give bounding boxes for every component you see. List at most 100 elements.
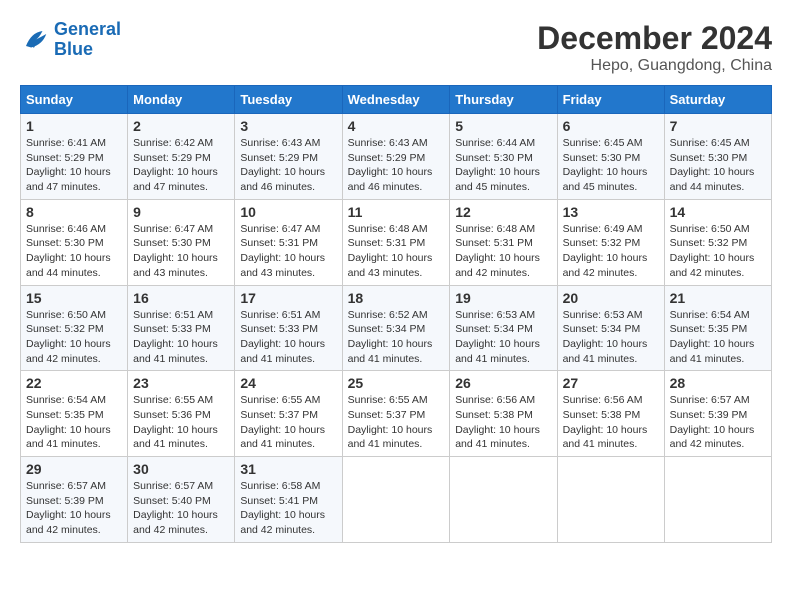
- calendar-cell: 23 Sunrise: 6:55 AMSunset: 5:36 PMDaylig…: [128, 371, 235, 457]
- calendar-cell: 7 Sunrise: 6:45 AMSunset: 5:30 PMDayligh…: [664, 114, 771, 200]
- day-info: Sunrise: 6:45 AMSunset: 5:30 PMDaylight:…: [670, 136, 766, 195]
- week-row-5: 29 Sunrise: 6:57 AMSunset: 5:39 PMDaylig…: [21, 457, 772, 543]
- day-info: Sunrise: 6:53 AMSunset: 5:34 PMDaylight:…: [455, 308, 551, 367]
- day-number: 25: [348, 375, 445, 391]
- calendar-cell: 19 Sunrise: 6:53 AMSunset: 5:34 PMDaylig…: [450, 285, 557, 371]
- day-number: 14: [670, 204, 766, 220]
- day-info: Sunrise: 6:52 AMSunset: 5:34 PMDaylight:…: [348, 308, 445, 367]
- day-info: Sunrise: 6:58 AMSunset: 5:41 PMDaylight:…: [240, 479, 336, 538]
- calendar-cell: [664, 457, 771, 543]
- day-number: 15: [26, 290, 122, 306]
- calendar-cell: [342, 457, 450, 543]
- week-row-1: 1 Sunrise: 6:41 AMSunset: 5:29 PMDayligh…: [21, 114, 772, 200]
- day-info: Sunrise: 6:55 AMSunset: 5:36 PMDaylight:…: [133, 393, 229, 452]
- day-info: Sunrise: 6:54 AMSunset: 5:35 PMDaylight:…: [26, 393, 122, 452]
- calendar-cell: [450, 457, 557, 543]
- week-row-2: 8 Sunrise: 6:46 AMSunset: 5:30 PMDayligh…: [21, 199, 772, 285]
- calendar-cell: 4 Sunrise: 6:43 AMSunset: 5:29 PMDayligh…: [342, 114, 450, 200]
- day-info: Sunrise: 6:51 AMSunset: 5:33 PMDaylight:…: [240, 308, 336, 367]
- day-info: Sunrise: 6:45 AMSunset: 5:30 PMDaylight:…: [563, 136, 659, 195]
- day-number: 24: [240, 375, 336, 391]
- calendar-cell: 21 Sunrise: 6:54 AMSunset: 5:35 PMDaylig…: [664, 285, 771, 371]
- calendar-cell: 27 Sunrise: 6:56 AMSunset: 5:38 PMDaylig…: [557, 371, 664, 457]
- calendar-cell: 3 Sunrise: 6:43 AMSunset: 5:29 PMDayligh…: [235, 114, 342, 200]
- day-number: 11: [348, 204, 445, 220]
- day-info: Sunrise: 6:50 AMSunset: 5:32 PMDaylight:…: [26, 308, 122, 367]
- month-title: December 2024: [537, 20, 772, 57]
- calendar-cell: 6 Sunrise: 6:45 AMSunset: 5:30 PMDayligh…: [557, 114, 664, 200]
- logo-icon: [20, 25, 50, 55]
- calendar-cell: 2 Sunrise: 6:42 AMSunset: 5:29 PMDayligh…: [128, 114, 235, 200]
- calendar-body: 1 Sunrise: 6:41 AMSunset: 5:29 PMDayligh…: [21, 114, 772, 543]
- day-info: Sunrise: 6:55 AMSunset: 5:37 PMDaylight:…: [348, 393, 445, 452]
- day-number: 6: [563, 118, 659, 134]
- calendar-cell: 25 Sunrise: 6:55 AMSunset: 5:37 PMDaylig…: [342, 371, 450, 457]
- calendar-cell: 24 Sunrise: 6:55 AMSunset: 5:37 PMDaylig…: [235, 371, 342, 457]
- day-number: 23: [133, 375, 229, 391]
- calendar-cell: 11 Sunrise: 6:48 AMSunset: 5:31 PMDaylig…: [342, 199, 450, 285]
- logo: General Blue: [20, 20, 121, 60]
- calendar-header: SundayMondayTuesdayWednesdayThursdayFrid…: [21, 86, 772, 114]
- day-info: Sunrise: 6:43 AMSunset: 5:29 PMDaylight:…: [240, 136, 336, 195]
- day-number: 19: [455, 290, 551, 306]
- calendar-cell: 15 Sunrise: 6:50 AMSunset: 5:32 PMDaylig…: [21, 285, 128, 371]
- day-number: 8: [26, 204, 122, 220]
- day-number: 2: [133, 118, 229, 134]
- day-info: Sunrise: 6:41 AMSunset: 5:29 PMDaylight:…: [26, 136, 122, 195]
- header-day-wednesday: Wednesday: [342, 86, 450, 114]
- day-info: Sunrise: 6:50 AMSunset: 5:32 PMDaylight:…: [670, 222, 766, 281]
- day-info: Sunrise: 6:48 AMSunset: 5:31 PMDaylight:…: [455, 222, 551, 281]
- calendar-cell: 22 Sunrise: 6:54 AMSunset: 5:35 PMDaylig…: [21, 371, 128, 457]
- day-number: 3: [240, 118, 336, 134]
- day-number: 26: [455, 375, 551, 391]
- calendar-table: SundayMondayTuesdayWednesdayThursdayFrid…: [20, 85, 772, 543]
- day-number: 12: [455, 204, 551, 220]
- day-number: 4: [348, 118, 445, 134]
- calendar-cell: 28 Sunrise: 6:57 AMSunset: 5:39 PMDaylig…: [664, 371, 771, 457]
- day-number: 13: [563, 204, 659, 220]
- day-info: Sunrise: 6:47 AMSunset: 5:30 PMDaylight:…: [133, 222, 229, 281]
- day-number: 7: [670, 118, 766, 134]
- day-info: Sunrise: 6:57 AMSunset: 5:39 PMDaylight:…: [26, 479, 122, 538]
- day-info: Sunrise: 6:57 AMSunset: 5:40 PMDaylight:…: [133, 479, 229, 538]
- calendar-cell: 18 Sunrise: 6:52 AMSunset: 5:34 PMDaylig…: [342, 285, 450, 371]
- day-number: 31: [240, 461, 336, 477]
- week-row-4: 22 Sunrise: 6:54 AMSunset: 5:35 PMDaylig…: [21, 371, 772, 457]
- calendar-cell: [557, 457, 664, 543]
- day-info: Sunrise: 6:48 AMSunset: 5:31 PMDaylight:…: [348, 222, 445, 281]
- day-number: 22: [26, 375, 122, 391]
- day-number: 10: [240, 204, 336, 220]
- calendar-cell: 13 Sunrise: 6:49 AMSunset: 5:32 PMDaylig…: [557, 199, 664, 285]
- header-day-monday: Monday: [128, 86, 235, 114]
- day-info: Sunrise: 6:53 AMSunset: 5:34 PMDaylight:…: [563, 308, 659, 367]
- calendar-cell: 29 Sunrise: 6:57 AMSunset: 5:39 PMDaylig…: [21, 457, 128, 543]
- calendar-cell: 10 Sunrise: 6:47 AMSunset: 5:31 PMDaylig…: [235, 199, 342, 285]
- day-info: Sunrise: 6:56 AMSunset: 5:38 PMDaylight:…: [455, 393, 551, 452]
- day-number: 1: [26, 118, 122, 134]
- day-info: Sunrise: 6:51 AMSunset: 5:33 PMDaylight:…: [133, 308, 229, 367]
- calendar-cell: 16 Sunrise: 6:51 AMSunset: 5:33 PMDaylig…: [128, 285, 235, 371]
- calendar-cell: 12 Sunrise: 6:48 AMSunset: 5:31 PMDaylig…: [450, 199, 557, 285]
- location: Hepo, Guangdong, China: [537, 57, 772, 75]
- calendar-cell: 31 Sunrise: 6:58 AMSunset: 5:41 PMDaylig…: [235, 457, 342, 543]
- day-info: Sunrise: 6:47 AMSunset: 5:31 PMDaylight:…: [240, 222, 336, 281]
- day-number: 20: [563, 290, 659, 306]
- calendar-cell: 17 Sunrise: 6:51 AMSunset: 5:33 PMDaylig…: [235, 285, 342, 371]
- day-number: 17: [240, 290, 336, 306]
- logo-text: General Blue: [54, 20, 121, 60]
- day-number: 9: [133, 204, 229, 220]
- week-row-3: 15 Sunrise: 6:50 AMSunset: 5:32 PMDaylig…: [21, 285, 772, 371]
- calendar-cell: 14 Sunrise: 6:50 AMSunset: 5:32 PMDaylig…: [664, 199, 771, 285]
- day-number: 28: [670, 375, 766, 391]
- day-info: Sunrise: 6:56 AMSunset: 5:38 PMDaylight:…: [563, 393, 659, 452]
- day-number: 18: [348, 290, 445, 306]
- calendar-cell: 1 Sunrise: 6:41 AMSunset: 5:29 PMDayligh…: [21, 114, 128, 200]
- header-day-saturday: Saturday: [664, 86, 771, 114]
- calendar-cell: 9 Sunrise: 6:47 AMSunset: 5:30 PMDayligh…: [128, 199, 235, 285]
- header-day-tuesday: Tuesday: [235, 86, 342, 114]
- calendar-cell: 20 Sunrise: 6:53 AMSunset: 5:34 PMDaylig…: [557, 285, 664, 371]
- day-info: Sunrise: 6:57 AMSunset: 5:39 PMDaylight:…: [670, 393, 766, 452]
- day-info: Sunrise: 6:46 AMSunset: 5:30 PMDaylight:…: [26, 222, 122, 281]
- page-header: General Blue December 2024 Hepo, Guangdo…: [20, 20, 772, 75]
- day-info: Sunrise: 6:55 AMSunset: 5:37 PMDaylight:…: [240, 393, 336, 452]
